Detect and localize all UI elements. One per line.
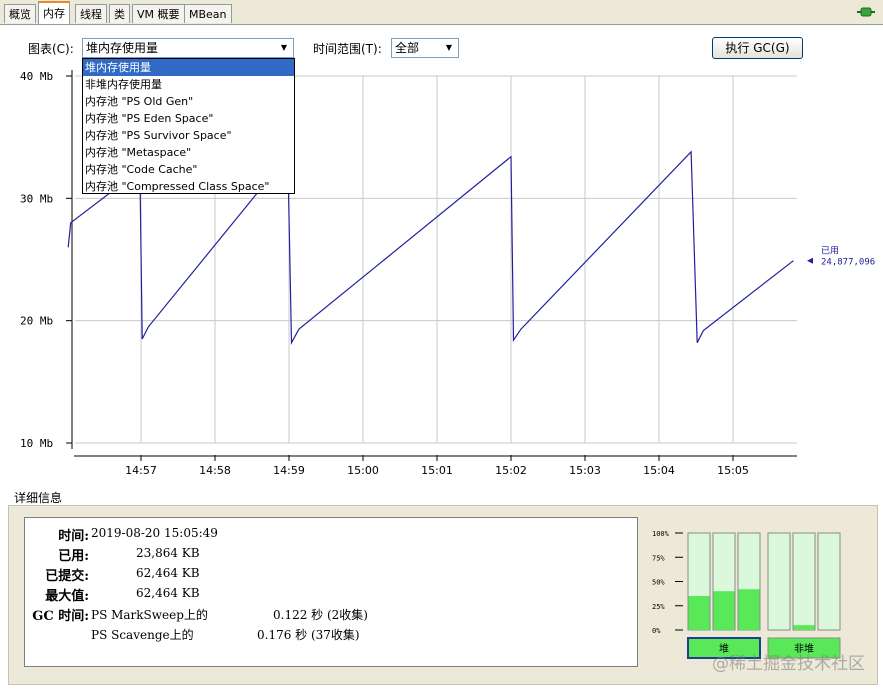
memory-pool-bars: 100%75%50%25%0%堆 非堆 (652, 530, 841, 659)
pool-bar (792, 532, 816, 631)
dropdown-option[interactable]: 非堆内存使用量 (83, 76, 294, 93)
tab-classes[interactable]: 类 (109, 4, 130, 23)
watermark: @稀土掘金技术社区 (712, 654, 865, 674)
connection-plug-icon (857, 7, 875, 17)
tab-memory[interactable]: 内存 (38, 1, 70, 24)
y-tick-label: 30 Mb (20, 192, 53, 205)
x-tick-label: 15:00 (347, 464, 379, 477)
detail-used-value: 23,864 KB (136, 546, 200, 560)
current-value-marker (807, 257, 813, 264)
detail-max-value: 62,464 KB (136, 586, 200, 600)
chart-selector-label: 图表(C): (28, 42, 74, 56)
dropdown-option[interactable]: 内存池 "PS Eden Space" (83, 110, 294, 127)
x-tick-label: 14:58 (199, 464, 231, 477)
pool-bar-fill (688, 596, 710, 630)
detail-committed-label: 已提交: (45, 569, 89, 584)
detail-max-label: 最大值: (45, 589, 89, 604)
pool-bar-fill (713, 591, 735, 630)
y-tick-label: 10 Mb (20, 437, 53, 450)
detail-gc-scavenge-name: PS Scavenge上的 (91, 628, 194, 642)
scale-label: 75% (652, 554, 665, 562)
dropdown-option[interactable]: 内存池 "Metaspace" (83, 144, 294, 161)
x-tick-label: 15:05 (717, 464, 749, 477)
tab-mbean[interactable]: MBean (184, 4, 232, 23)
detail-time-value: 2019-08-20 15:05:49 (91, 526, 218, 540)
time-range-label: 时间范围(T): (313, 42, 382, 56)
y-tick-label: 20 Mb (20, 315, 53, 328)
scale-label: 0% (652, 627, 661, 635)
detail-time-label: 时间: (58, 529, 89, 544)
x-tick-label: 15:02 (495, 464, 527, 477)
x-tick-label: 15:03 (569, 464, 601, 477)
tab-threads[interactable]: 线程 (75, 4, 107, 23)
x-tick-label: 15:04 (643, 464, 675, 477)
pool-bar (767, 532, 791, 631)
time-range-value: 全部 (395, 41, 420, 55)
chart-selector-dropdown[interactable]: 堆内存使用量 ▼ (82, 38, 294, 58)
chevron-down-icon[interactable]: ▼ (442, 41, 456, 55)
detail-used-label: 已用: (58, 549, 89, 564)
series-current-value: 24,877,096 (821, 258, 875, 268)
chevron-down-icon[interactable]: ▼ (277, 41, 291, 55)
perform-gc-button[interactable]: 执行 GC(G) (712, 37, 803, 59)
scale-label: 50% (652, 579, 665, 587)
dropdown-option[interactable]: 内存池 "PS Old Gen" (83, 93, 294, 110)
dropdown-option[interactable]: 堆内存使用量 (83, 59, 294, 76)
detail-gc-marksweep-time: 0.122 秒 (2收集) (273, 608, 368, 622)
x-tick-label: 14:59 (273, 464, 305, 477)
tab-overview[interactable]: 概览 (4, 4, 36, 23)
chart-selector-value: 堆内存使用量 (86, 41, 159, 55)
pool-bar (817, 532, 841, 631)
time-range-dropdown[interactable]: 全部 ▼ (391, 38, 459, 58)
detail-gc-time-label: GC 时间: (32, 609, 89, 624)
series-name-label: 已用 (821, 246, 839, 257)
pool-bar-fill (793, 625, 815, 630)
details-title: 详细信息 (14, 491, 63, 505)
detail-committed-value: 62,464 KB (136, 566, 200, 580)
dropdown-option[interactable]: 内存池 "PS Survivor Space" (83, 127, 294, 144)
dropdown-option[interactable]: 内存池 "Code Cache" (83, 161, 294, 178)
detail-gc-scavenge-time: 0.176 秒 (37收集) (257, 628, 360, 642)
scale-label: 25% (652, 603, 665, 611)
tab-bar: 概览 内存 线程 类 VM 概要 MBean (0, 0, 883, 25)
details-box: 时间: 2019-08-20 15:05:49 已用: 23,864 KB 已提… (24, 517, 638, 667)
y-tick-label: 40 Mb (20, 70, 53, 83)
dropdown-option[interactable]: 内存池 "Compressed Class Space" (83, 178, 294, 195)
tab-vm-summary[interactable]: VM 概要 (132, 4, 185, 23)
x-tick-label: 14:57 (125, 464, 157, 477)
pool-bar-fill (738, 589, 760, 630)
x-tick-label: 15:01 (421, 464, 453, 477)
scale-label: 100% (652, 530, 670, 538)
chart-selector-list[interactable]: 堆内存使用量 非堆内存使用量 内存池 "PS Old Gen" 内存池 "PS Ede… (82, 58, 295, 194)
detail-gc-marksweep-name: PS MarkSweep上的 (91, 608, 208, 622)
